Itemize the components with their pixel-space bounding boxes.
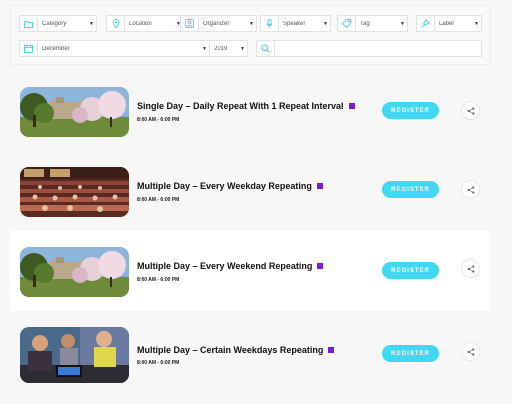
- organizer-select[interactable]: Organizer ▼: [180, 15, 257, 32]
- event-title[interactable]: Multiple Day – Every Weekend Repeating: [137, 261, 324, 271]
- event-row: Multiple Day – Certain Weekdays Repeatin…: [10, 312, 490, 392]
- category-label: Category: [42, 20, 67, 27]
- event-time: 8:00 AM - 6:00 PM: [137, 197, 180, 203]
- chevron-down-icon: ▼: [89, 20, 94, 27]
- event-label-square: [316, 183, 323, 189]
- event-label-square: [348, 103, 355, 109]
- chevron-down-icon: ▼: [240, 45, 245, 52]
- event-title-text[interactable]: Multiple Day – Certain Weekdays Repeatin…: [137, 345, 323, 355]
- register-button[interactable]: REGISTER: [382, 102, 439, 119]
- month-select[interactable]: December ▼: [19, 40, 210, 57]
- organizer-label: Organizer: [203, 20, 230, 27]
- share-button[interactable]: [461, 180, 480, 199]
- share-button[interactable]: [461, 101, 480, 120]
- share-icon: [467, 347, 474, 356]
- tag-icon: [338, 16, 356, 31]
- location-label: Location: [129, 20, 152, 27]
- location-select[interactable]: Location ▼: [106, 15, 184, 32]
- category-select[interactable]: Category ▼: [19, 15, 97, 32]
- event-label-square: [317, 263, 324, 269]
- month-label: December: [42, 45, 70, 52]
- event-time: 8:00 AM - 6:00 PM: [137, 360, 180, 366]
- event-time: 8:00 AM - 6:00 PM: [137, 277, 180, 283]
- event-row: Single Day – Daily Repeat With 1 Repeat …: [10, 70, 490, 150]
- event-title-text[interactable]: Single Day – Daily Repeat With 1 Repeat …: [137, 101, 344, 111]
- event-time: 8:00 AM - 6:00 PM: [137, 117, 180, 123]
- event-thumbnail[interactable]: [20, 87, 129, 137]
- search-icon: [257, 41, 275, 56]
- filter-panel: Category ▼ Location ▼ Organizer ▼ Speake…: [10, 5, 490, 65]
- chevron-down-icon: ▼: [474, 20, 479, 27]
- microphone-icon: [261, 16, 279, 31]
- chevron-down-icon: ▼: [323, 20, 328, 27]
- chevron-down-icon: ▼: [400, 20, 405, 27]
- share-button[interactable]: [461, 342, 480, 361]
- chevron-down-icon: ▼: [202, 45, 207, 52]
- speaker-select[interactable]: Speaker ▼: [260, 15, 331, 32]
- event-title-text[interactable]: Multiple Day – Every Weekend Repeating: [137, 261, 312, 271]
- speaker-label: Speaker: [283, 20, 306, 27]
- user-icon: [181, 16, 199, 31]
- share-icon: [467, 264, 474, 273]
- register-button[interactable]: REGISTER: [382, 181, 439, 198]
- event-row: Multiple Day – Every Weekend Repeating 8…: [10, 231, 490, 311]
- share-icon: [467, 185, 474, 194]
- register-button[interactable]: REGISTER: [382, 345, 439, 362]
- tag-select[interactable]: Tag ▼: [337, 15, 408, 32]
- search-input[interactable]: [279, 41, 481, 56]
- search-box[interactable]: [256, 40, 482, 57]
- chevron-down-icon: ▼: [249, 20, 254, 27]
- pin-icon: [417, 16, 435, 31]
- event-title-text[interactable]: Multiple Day – Every Weekday Repeating: [137, 181, 312, 191]
- event-title[interactable]: Multiple Day – Every Weekday Repeating: [137, 181, 323, 191]
- year-select[interactable]: 2019 ▼: [209, 40, 248, 57]
- share-icon: [467, 106, 474, 115]
- year-label: 2019: [214, 45, 228, 52]
- event-thumbnail[interactable]: [20, 327, 129, 383]
- register-button[interactable]: REGISTER: [382, 262, 439, 279]
- event-label-square: [328, 347, 335, 353]
- share-button[interactable]: [461, 259, 480, 278]
- event-thumbnail[interactable]: [20, 167, 129, 217]
- event-thumbnail[interactable]: [20, 247, 129, 297]
- event-title[interactable]: Multiple Day – Certain Weekdays Repeatin…: [137, 345, 335, 355]
- folder-icon: [20, 16, 38, 31]
- label-select[interactable]: Label ▼: [416, 15, 482, 32]
- calendar-icon: [20, 41, 38, 56]
- event-title[interactable]: Single Day – Daily Repeat With 1 Repeat …: [137, 101, 355, 111]
- location-pin-icon: [107, 16, 125, 31]
- event-row: Multiple Day – Every Weekday Repeating 8…: [10, 150, 490, 230]
- tag-label: Tag: [360, 20, 370, 27]
- label-label: Label: [439, 20, 454, 27]
